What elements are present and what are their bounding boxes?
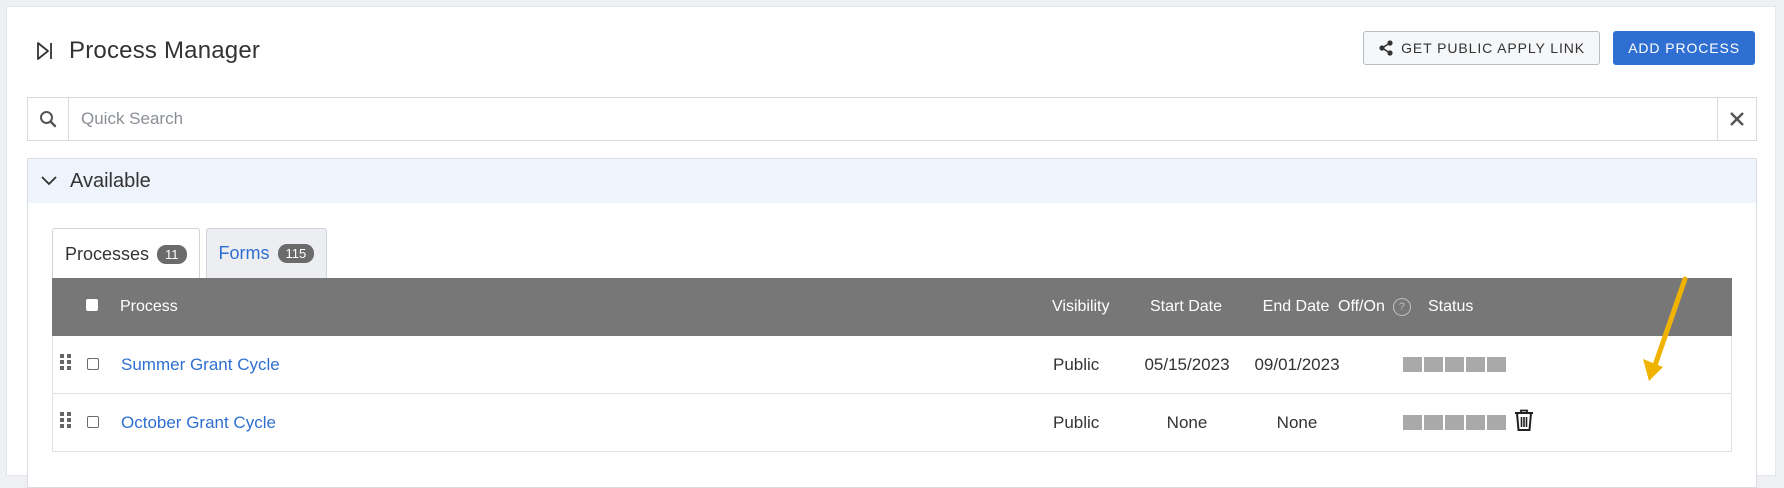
off-on-label: Off/On <box>1338 298 1385 316</box>
search-input[interactable] <box>69 98 1717 140</box>
chevron-down-icon <box>40 172 58 190</box>
drag-handle-icon[interactable] <box>59 353 73 376</box>
add-process-button[interactable]: ADD PROCESS <box>1613 31 1755 65</box>
page-title: Process Manager <box>69 37 261 64</box>
visibility-cell: Public <box>1053 412 1100 432</box>
process-table: Process Visibility Start Date End Date O… <box>52 278 1732 452</box>
tab-bar: Processes 11 Forms 115 <box>52 228 333 280</box>
close-icon[interactable] <box>1717 98 1756 140</box>
trash-icon[interactable] <box>1513 408 1535 437</box>
table-header: Process Visibility Start Date End Date O… <box>52 278 1732 336</box>
get-public-apply-link-label: GET PUBLIC APPLY LINK <box>1401 40 1585 56</box>
column-header-status: Status <box>1428 298 1474 315</box>
status-bars <box>1403 357 1508 372</box>
page: Process Manager GET PUBLIC APPLY LINK AD… <box>6 6 1776 488</box>
row-checkbox[interactable] <box>87 413 103 433</box>
column-header-end-date[interactable]: End Date <box>1244 298 1348 316</box>
end-date-cell: 09/01/2023 <box>1254 354 1340 374</box>
column-header-start-date[interactable]: Start Date <box>1134 298 1238 316</box>
tab-processes[interactable]: Processes 11 <box>52 228 200 280</box>
column-header-process[interactable]: Process <box>120 298 178 316</box>
process-name-link[interactable]: October Grant Cycle <box>121 413 276 433</box>
column-header-visibility[interactable]: Visibility <box>1052 298 1110 316</box>
title-wrap: Process Manager <box>35 37 260 65</box>
process-name-link[interactable]: Summer Grant Cycle <box>121 355 280 375</box>
quick-search-bar <box>27 97 1757 141</box>
tab-label: Forms <box>218 243 270 263</box>
help-icon[interactable]: ? <box>1392 297 1411 316</box>
select-all-checkbox[interactable] <box>86 298 102 316</box>
tab-forms[interactable]: Forms 115 <box>205 228 328 278</box>
count-badge: 115 <box>277 244 315 263</box>
get-public-apply-link-button[interactable]: GET PUBLIC APPLY LINK <box>1363 31 1600 65</box>
start-date-cell: 05/15/2023 <box>1144 354 1230 374</box>
end-date-cell: None <box>1276 412 1318 432</box>
available-panel-header[interactable]: Available <box>28 159 1756 203</box>
row-checkbox[interactable] <box>87 355 103 375</box>
count-badge: 11 <box>157 245 187 264</box>
start-date-cell: None <box>1166 412 1208 432</box>
drag-handle-icon[interactable] <box>59 411 73 434</box>
share-icon <box>1378 40 1394 56</box>
table-row: October Grant Cycle Public None None <box>52 394 1732 452</box>
available-panel: Available Processes 11 Forms 115 Process… <box>27 158 1757 488</box>
status-bars <box>1403 415 1508 430</box>
search-icon <box>28 98 69 140</box>
panel-title: Available <box>70 169 151 192</box>
visibility-cell: Public <box>1053 354 1100 374</box>
page-header: Process Manager GET PUBLIC APPLY LINK AD… <box>27 31 1755 71</box>
column-header-off-on: Off/On? <box>1338 297 1411 316</box>
tab-label: Processes <box>65 244 150 264</box>
table-row: Summer Grant Cycle Public 05/15/2023 09/… <box>52 336 1732 394</box>
collapse-sidebar-icon[interactable] <box>35 40 55 62</box>
